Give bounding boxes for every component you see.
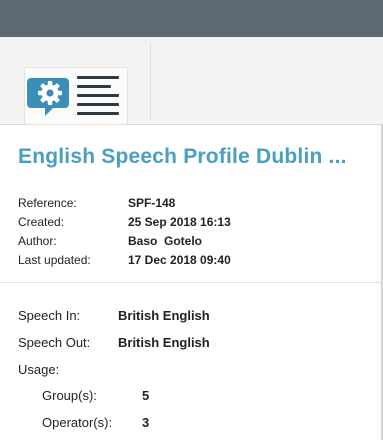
speech-in-label: Speech In: (18, 308, 81, 323)
speech-settings-icon (27, 76, 119, 116)
section-separator (0, 282, 381, 283)
groups-count: 5 (142, 388, 150, 403)
meta-label: Last updated: (18, 252, 91, 267)
meta-row-author: Author: Baso Gotelo (18, 231, 231, 250)
profile-title: English Speech Profile Dublin ... (18, 145, 347, 168)
meta-label: Author: (18, 233, 57, 248)
usage-row: Usage: (18, 356, 210, 382)
meta-label: Reference: (18, 195, 77, 210)
meta-row-last-updated: Last updated: 17 Dec 2018 09:40 (18, 250, 231, 269)
speech-in-value: British English (118, 308, 210, 323)
meta-row-created: Created: 25 Sep 2018 16:13 (18, 212, 231, 231)
header-divider (150, 42, 151, 120)
meta-row-reference: Reference: SPF-148 (18, 193, 231, 212)
speech-out-row: Speech Out: British English (18, 329, 210, 356)
operators-count: 3 (142, 415, 150, 430)
groups-label: Group(s): (42, 388, 97, 403)
usage-operators-row: Operator(s): 3 (18, 409, 210, 436)
operators-label: Operator(s): (42, 415, 113, 430)
meta-label: Created: (18, 214, 65, 229)
created-value: 25 Sep 2018 16:13 (128, 214, 231, 229)
top-bar (0, 0, 383, 37)
author-value: Baso Gotelo (128, 233, 203, 248)
usage-label: Usage: (18, 361, 60, 377)
speech-in-row: Speech In: British English (18, 302, 210, 329)
header (0, 37, 383, 125)
profile-logo-tile (24, 67, 128, 125)
profile-metadata: Reference: SPF-148 Created: 25 Sep 2018 … (18, 193, 231, 269)
last-updated-value: 17 Dec 2018 09:40 (128, 252, 231, 267)
profile-properties: Speech In: British English Speech Out: B… (18, 302, 210, 436)
speech-out-label: Speech Out: (18, 335, 91, 350)
usage-groups-row: Group(s): 5 (18, 382, 210, 409)
reference-value: SPF-148 (128, 195, 176, 210)
speech-out-value: British English (118, 335, 210, 350)
